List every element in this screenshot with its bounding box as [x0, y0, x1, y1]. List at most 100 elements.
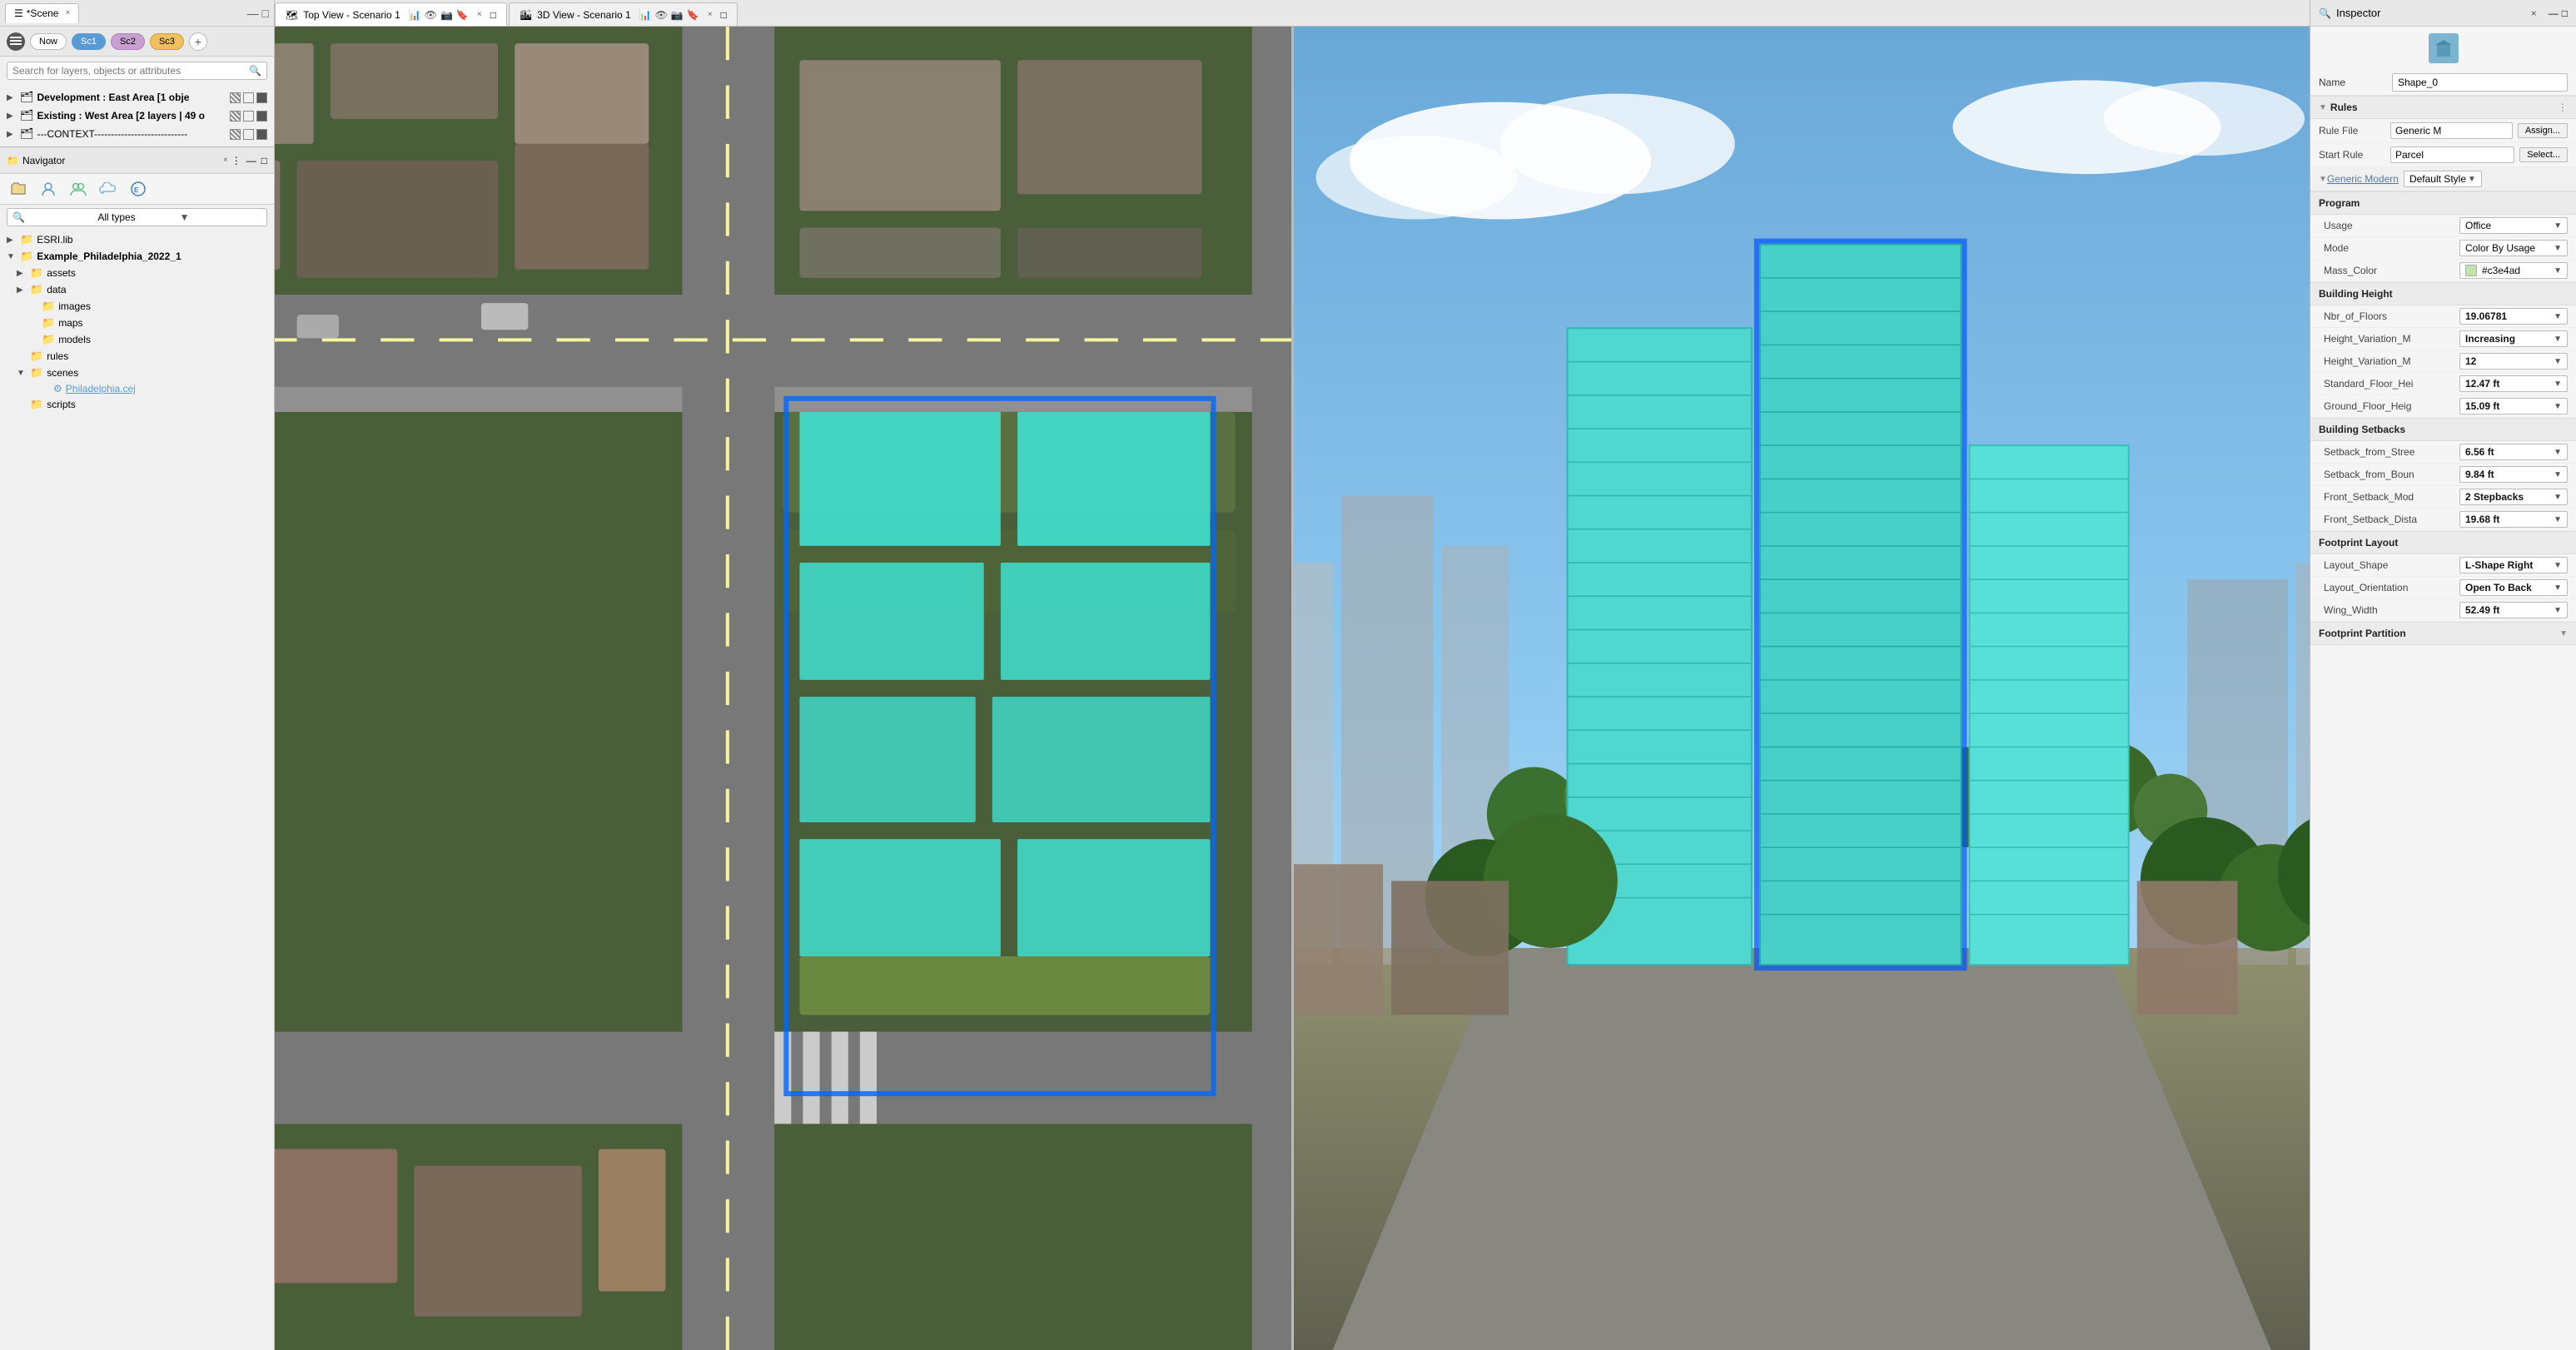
- camera-icon-3d[interactable]: 📷: [671, 9, 684, 21]
- start-rule-select-btn[interactable]: Select...: [2519, 147, 2568, 162]
- style-group-label[interactable]: Generic Modern: [2327, 173, 2399, 185]
- setback-street-dropdown[interactable]: 6.56 ft ▼: [2459, 444, 2568, 460]
- layer-vis-ex[interactable]: [230, 111, 241, 122]
- top-view-pane[interactable]: [275, 27, 1291, 1350]
- add-scenario-btn[interactable]: +: [189, 32, 207, 51]
- nav-restore-icon[interactable]: □: [261, 155, 267, 166]
- scenario-sc1-btn[interactable]: Sc1: [72, 33, 106, 50]
- nav-open-btn[interactable]: [7, 177, 30, 201]
- layout-orient-dropdown[interactable]: Open To Back ▼: [2459, 579, 2568, 596]
- front-mode-dropdown[interactable]: 2 Stepbacks ▼: [2459, 489, 2568, 505]
- stats-icon-3d[interactable]: 📊: [639, 9, 652, 21]
- setback-boun-dropdown[interactable]: 9.84 ft ▼: [2459, 466, 2568, 483]
- 3d-view-tab[interactable]: 🏙 3D View - Scenario 1 📊 👁 📷 🔖 × □: [509, 2, 738, 26]
- layer-search-input[interactable]: [12, 65, 249, 77]
- type-filter-dropdown[interactable]: 🔍 All types ▼: [7, 208, 267, 226]
- tree-item-philly[interactable]: ▼ 📁 Example_Philadelphia_2022_1: [0, 248, 274, 265]
- setback-street-value: 6.56 ft ▼: [2459, 444, 2568, 460]
- minimize-btn[interactable]: —: [247, 7, 259, 20]
- nav-more-icon[interactable]: ⋮: [231, 155, 241, 166]
- wing-width-dropdown[interactable]: 52.49 ft ▼: [2459, 602, 2568, 618]
- nav-minimize-icon[interactable]: —: [246, 155, 256, 166]
- nbr-floors-dropdown[interactable]: 19.06781 ▼: [2459, 308, 2568, 325]
- scene-tab-close[interactable]: ×: [65, 8, 70, 17]
- tree-label-scenes: scenes: [47, 367, 78, 379]
- layer-select-ctx[interactable]: [243, 129, 254, 140]
- usage-row: Usage Office ▼: [2310, 215, 2576, 237]
- layout-shape-dropdown[interactable]: L-Shape Right ▼: [2459, 557, 2568, 573]
- name-value-box[interactable]: Shape_0: [2392, 73, 2568, 92]
- tree-item-scripts[interactable]: ▶ 📁 scripts: [0, 396, 274, 413]
- start-rule-value-box[interactable]: Parcel: [2390, 146, 2514, 163]
- insp-restore-btn[interactable]: □: [2562, 7, 2568, 19]
- tree-item-maps[interactable]: ▶ 📁 maps: [0, 315, 274, 331]
- bookmark-icon-3d[interactable]: 🔖: [687, 9, 699, 21]
- style-dropdown[interactable]: Default Style ▼: [2404, 171, 2482, 187]
- height-var1-dropdown[interactable]: Increasing ▼: [2459, 330, 2568, 347]
- setback-boun-label: Setback_from_Boun: [2324, 469, 2459, 480]
- wing-width-row: Wing_Width 52.49 ft ▼: [2310, 599, 2576, 622]
- insp-minimize-btn[interactable]: —: [2549, 7, 2559, 19]
- layer-vis-dev[interactable]: [230, 92, 241, 103]
- tree-label-philly: Example_Philadelphia_2022_1: [37, 251, 181, 262]
- mode-dropdown[interactable]: Color By Usage ▼: [2459, 240, 2568, 256]
- tree-item-models[interactable]: ▶ 📁 models: [0, 331, 274, 348]
- layer-item-existing[interactable]: ▶ 🗂 Existing : West Area [2 layers | 49 …: [0, 107, 274, 125]
- usage-dropdown[interactable]: Office ▼: [2459, 217, 2568, 234]
- top-view-tab-icons: 📊 👁 📷 🔖: [409, 9, 469, 21]
- layer-lock-ctx[interactable]: [256, 129, 267, 140]
- 3d-view-pane[interactable]: [1294, 27, 2310, 1350]
- tree-item-images[interactable]: ▶ 📁 images: [0, 298, 274, 315]
- scenario-sc2-btn[interactable]: Sc2: [111, 33, 145, 50]
- front-dist-dropdown[interactable]: 19.68 ft ▼: [2459, 511, 2568, 528]
- footprint-partition-chevron[interactable]: ▼: [2559, 629, 2568, 638]
- std-floor-dropdown[interactable]: 12.47 ft ▼: [2459, 375, 2568, 392]
- tree-item-scenes[interactable]: ▼ 📁 scenes: [0, 365, 274, 381]
- inspector-close-btn[interactable]: ×: [2531, 7, 2537, 19]
- tree-item-rules[interactable]: ▶ 📁 rules: [0, 348, 274, 365]
- layer-item-context[interactable]: ▶ 🗂 ---CONTEXT--------------------------…: [0, 125, 274, 143]
- top-view-tab-label: Top View - Scenario 1: [303, 9, 400, 21]
- bookmark-icon[interactable]: 🔖: [456, 9, 469, 21]
- layer-select-dev[interactable]: [243, 92, 254, 103]
- tree-item-cej[interactable]: ▶ ⚙ Philadelphia.cej: [0, 381, 274, 396]
- top-view-maximize-btn[interactable]: □: [490, 9, 496, 21]
- top-view-tab[interactable]: 🗺 Top View - Scenario 1 📊 👁 📷 🔖 × □: [275, 2, 507, 26]
- scenario-sc3-btn[interactable]: Sc3: [150, 33, 184, 50]
- setback-boun-row: Setback_from_Boun 9.84 ft ▼: [2310, 464, 2576, 486]
- layer-vis-ctx[interactable]: [230, 129, 241, 140]
- layer-controls-ex: [230, 111, 267, 122]
- style-collapse-icon[interactable]: ▼: [2319, 175, 2327, 184]
- mass-color-dropdown[interactable]: #c3e4ad ▼: [2459, 262, 2568, 279]
- 3d-view-maximize-btn[interactable]: □: [721, 9, 727, 21]
- layer-lock-ex[interactable]: [256, 111, 267, 122]
- rule-file-value-box[interactable]: Generic M: [2390, 122, 2513, 139]
- rule-assign-btn[interactable]: Assign...: [2518, 123, 2568, 138]
- layer-lock-dev[interactable]: [256, 92, 267, 103]
- nav-cloud-btn[interactable]: [97, 177, 120, 201]
- layer-search-box[interactable]: 🔍: [7, 62, 267, 80]
- stats-icon[interactable]: 📊: [409, 9, 421, 21]
- navigator-close-btn[interactable]: ×: [223, 156, 228, 165]
- nav-esri-btn[interactable]: E: [127, 177, 150, 201]
- layer-item-development[interactable]: ▶ 🗂 Development : East Area [1 obje: [0, 88, 274, 107]
- nav-group-btn[interactable]: [67, 177, 90, 201]
- scene-tab[interactable]: ☰ *Scene ×: [5, 3, 79, 23]
- eye-icon-3d[interactable]: 👁: [655, 9, 668, 21]
- nav-person-btn[interactable]: [37, 177, 60, 201]
- height-var2-dropdown[interactable]: 12 ▼: [2459, 353, 2568, 370]
- camera-icon[interactable]: 📷: [440, 9, 453, 21]
- left-panel: ☰ *Scene × — □ Now Sc1 Sc2 Sc3 + 🔍 ▶ 🗂 D…: [0, 0, 275, 1350]
- restore-btn[interactable]: □: [262, 7, 269, 20]
- scenario-now-btn[interactable]: Now: [30, 33, 67, 50]
- tree-item-assets[interactable]: ▶ 📁 assets: [0, 265, 274, 281]
- rules-more-btn[interactable]: ⋮: [2558, 102, 2568, 113]
- ground-floor-dropdown[interactable]: 15.09 ft ▼: [2459, 398, 2568, 414]
- layer-select-ex[interactable]: [243, 111, 254, 122]
- 3d-view-close-btn[interactable]: ×: [708, 10, 713, 19]
- tree-item-esrilib[interactable]: ▶ 📁 ESRI.lib: [0, 231, 274, 248]
- tree-item-data[interactable]: ▶ 📁 data: [0, 281, 274, 298]
- top-view-close-btn[interactable]: ×: [477, 10, 482, 19]
- eye-icon[interactable]: 👁: [425, 9, 437, 21]
- rules-collapse-icon[interactable]: ▼: [2319, 103, 2327, 112]
